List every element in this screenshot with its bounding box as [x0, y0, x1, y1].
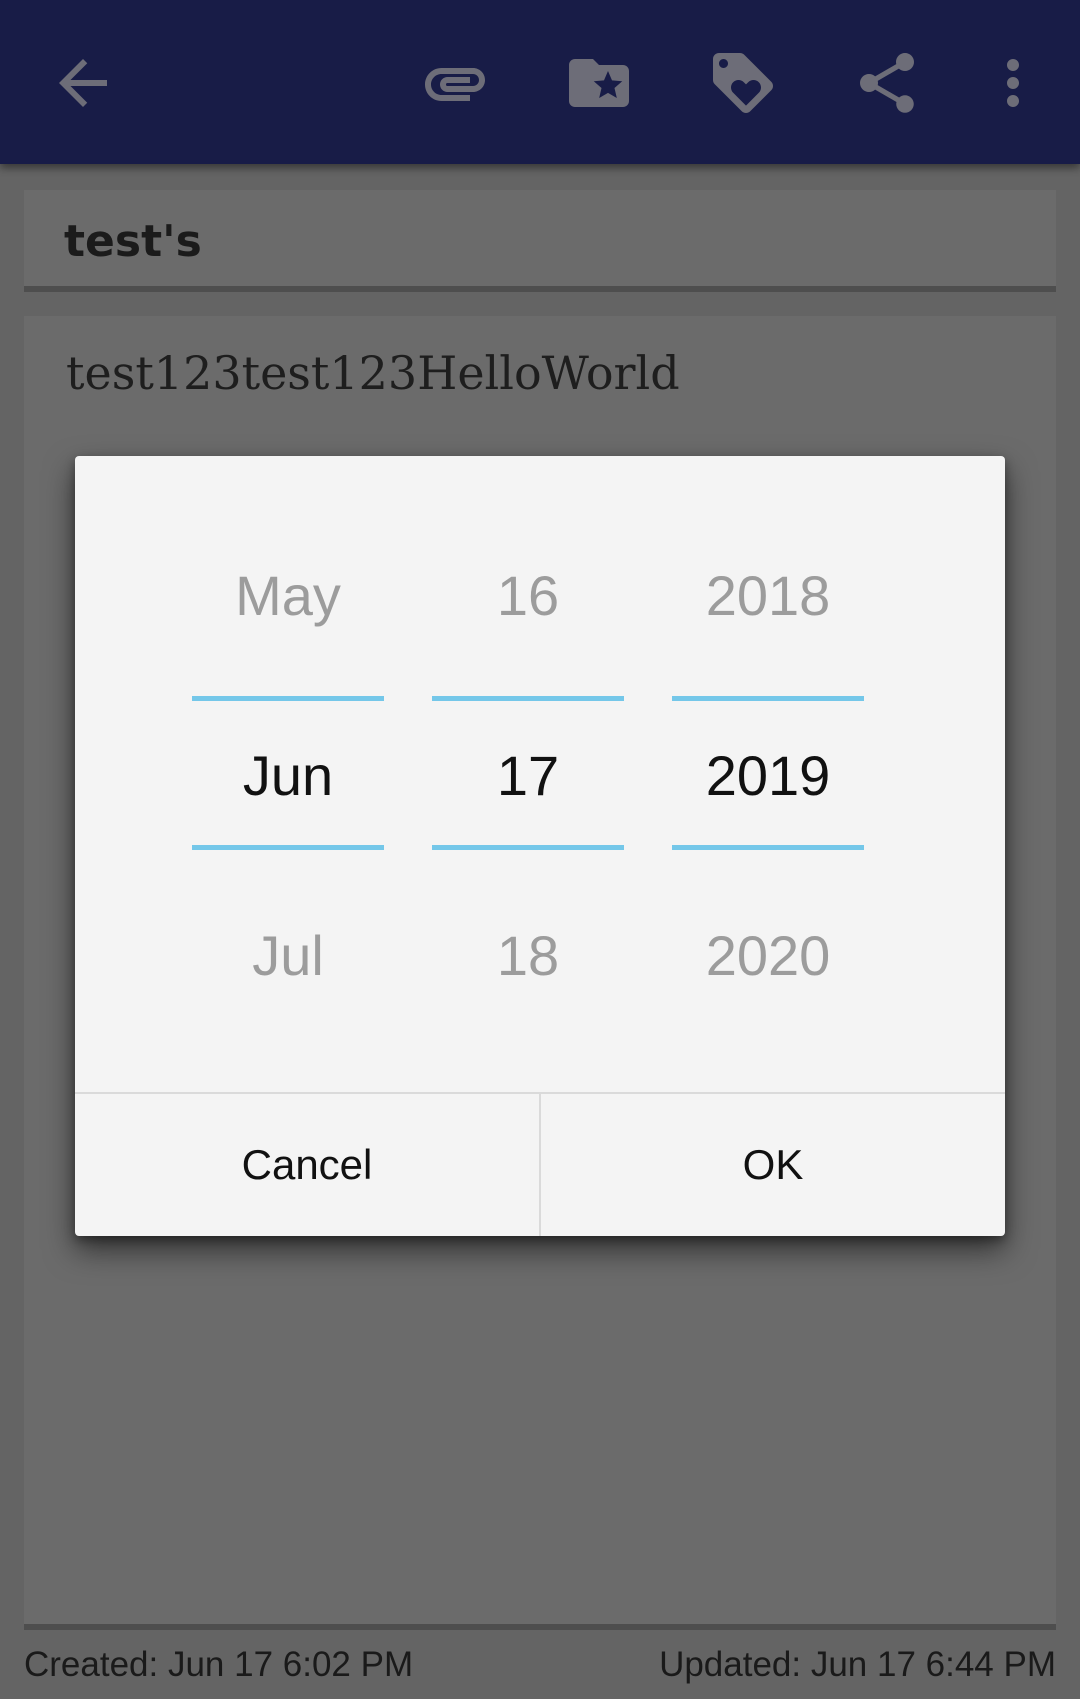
share-icon[interactable] [844, 40, 930, 126]
year-divider-top [672, 696, 864, 701]
year-selected[interactable]: 2019 [672, 744, 864, 808]
folder-star-glyph [569, 59, 629, 107]
ok-button[interactable]: OK [541, 1094, 1005, 1236]
note-title-card[interactable]: test's [24, 190, 1056, 292]
share-glyph [860, 53, 914, 113]
note-body[interactable]: test123test123HelloWorld [66, 346, 680, 400]
day-divider-top [432, 696, 624, 701]
more-vert-icon[interactable] [970, 40, 1056, 126]
back-arrow-glyph [59, 59, 107, 107]
year-prev[interactable]: 2018 [672, 564, 864, 628]
month-next[interactable]: Jul [192, 924, 384, 988]
created-timestamp: Created: Jun 17 6:02 PM [24, 1645, 414, 1684]
tag-heart-icon[interactable] [700, 40, 786, 126]
day-divider-bottom [432, 845, 624, 850]
month-prev[interactable]: May [192, 564, 384, 628]
day-selected[interactable]: 17 [432, 744, 624, 808]
app-bar [0, 0, 1080, 164]
more-vert-glyph [1007, 59, 1019, 107]
month-selected[interactable]: Jun [192, 744, 384, 808]
attachment-icon[interactable] [412, 40, 498, 126]
day-prev[interactable]: 16 [432, 564, 624, 628]
cancel-button[interactable]: Cancel [75, 1094, 539, 1236]
back-arrow-icon[interactable] [40, 40, 126, 126]
year-next[interactable]: 2020 [672, 924, 864, 988]
date-picker-dialog: May Jun Jul 16 17 18 2018 2019 2020 Canc… [75, 456, 1005, 1236]
day-next[interactable]: 18 [432, 924, 624, 988]
year-divider-bottom [672, 845, 864, 850]
month-divider-top [192, 696, 384, 701]
folder-star-icon[interactable] [556, 40, 642, 126]
attachment-glyph [425, 68, 485, 101]
updated-timestamp: Updated: Jun 17 6:44 PM [659, 1645, 1056, 1684]
tag-heart-glyph [713, 53, 773, 113]
note-title[interactable]: test's [64, 216, 202, 267]
month-divider-bottom [192, 845, 384, 850]
